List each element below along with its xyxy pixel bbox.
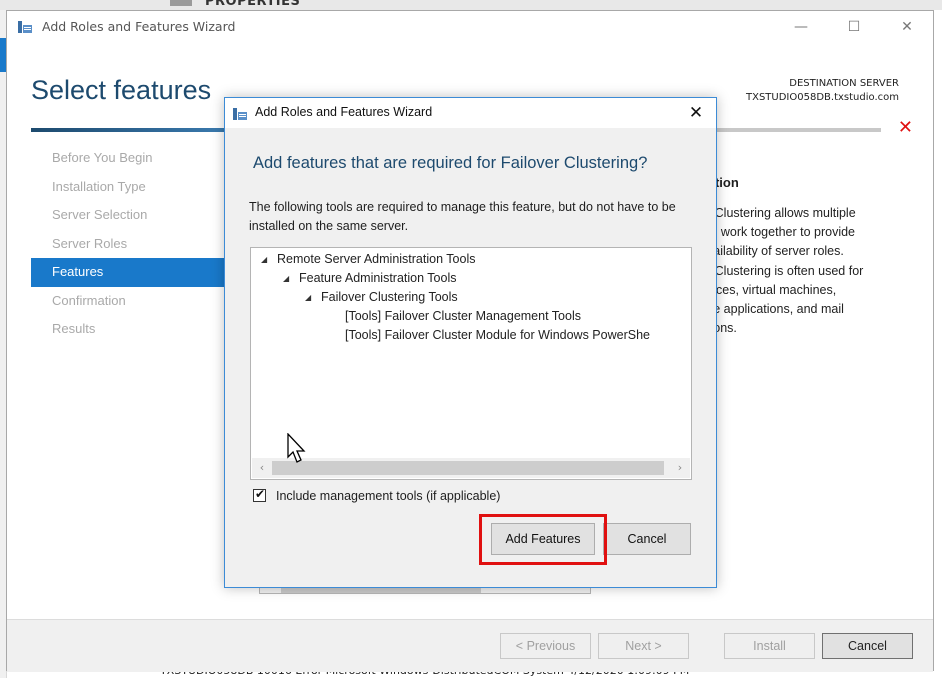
destination-server-name: TXSTUDIO058DB.txstudio.com (746, 92, 899, 103)
tree-item-label: Failover Clustering Tools (321, 290, 458, 304)
step-server-selection[interactable]: Server Selection (31, 201, 227, 230)
scroll-thumb[interactable] (272, 461, 664, 475)
tree-item-label: Remote Server Administration Tools (277, 252, 476, 266)
scroll-right-icon[interactable]: › (672, 458, 688, 478)
expand-triangle-icon[interactable]: ◢ (305, 293, 315, 302)
scroll-left-icon[interactable]: ‹ (254, 458, 270, 478)
step-server-roles[interactable]: Server Roles (31, 230, 227, 259)
previous-button[interactable]: < Previous (500, 633, 591, 659)
step-before-you-begin[interactable]: Before You Begin (31, 144, 227, 173)
tree-item[interactable]: [Tools] Failover Cluster Module for Wind… (345, 328, 650, 342)
description-heading: ption (707, 175, 739, 190)
tree-item-label: [Tools] Failover Cluster Module for Wind… (345, 328, 650, 342)
description-line: vailability of server roles. (707, 244, 844, 259)
background-top-strip (0, 0, 942, 10)
description-line: r Clustering allows multiple (707, 206, 856, 220)
description-line: se applications, and mail (707, 302, 844, 317)
checkmark-icon: ✔ (255, 487, 266, 501)
tree-horizontal-scrollbar[interactable]: ‹ › (252, 458, 690, 478)
include-tools-checkbox[interactable]: ✔ (253, 487, 266, 502)
highlight-box (479, 514, 607, 565)
dialog-close-icon[interactable]: ✕ (684, 101, 708, 125)
next-button[interactable]: Next > (598, 633, 689, 659)
server-manager-icon (17, 19, 33, 35)
description-line: vices, virtual machines, (707, 282, 837, 297)
mouse-cursor-icon (287, 433, 306, 463)
minimize-icon[interactable]: — (781, 15, 821, 39)
install-button[interactable]: Install (724, 633, 815, 659)
destination-server-info: DESTINATION SERVER TXSTUDIO058DB.txstudi… (746, 77, 899, 105)
description-body: r Clustering allows multiple to work tog… (707, 204, 907, 338)
include-tools-option[interactable]: ✔ Include management tools (if applicable… (253, 487, 501, 503)
description-line: tions. (707, 321, 737, 336)
required-features-dialog: Add Roles and Features Wizard ✕ Add feat… (224, 97, 717, 588)
wizard-steps-nav: Before You Begin Installation Type Serve… (31, 144, 227, 344)
tree-item[interactable]: ◢ Feature Administration Tools (283, 271, 457, 285)
properties-icon (170, 0, 192, 6)
description-line: r Clustering is often used for (707, 263, 864, 278)
dialog-title: Add Roles and Features Wizard (255, 105, 433, 119)
wizard-footer: < Previous Next > Install Cancel (7, 619, 933, 672)
step-confirmation[interactable]: Confirmation (31, 287, 227, 316)
close-icon[interactable]: ✕ (887, 15, 927, 39)
wizard-title: Add Roles and Features Wizard (42, 19, 236, 34)
dialog-titlebar[interactable]: Add Roles and Features Wizard ✕ (225, 98, 716, 128)
destination-label: DESTINATION SERVER (789, 78, 899, 89)
include-tools-label: Include management tools (if applicable) (276, 489, 501, 503)
dialog-description: The following tools are required to mana… (249, 200, 676, 233)
step-installation-type[interactable]: Installation Type (31, 173, 227, 202)
tree-item[interactable]: [Tools] Failover Cluster Management Tool… (345, 309, 581, 323)
properties-label: PROPERTIES (205, 0, 301, 9)
wizard-titlebar[interactable]: Add Roles and Features Wizard — ☐ ✕ (7, 11, 933, 43)
dialog-cancel-button[interactable]: Cancel (603, 523, 691, 555)
expand-triangle-icon[interactable]: ◢ (261, 255, 271, 264)
server-manager-icon (232, 106, 248, 122)
dialog-heading: Add features that are required for Failo… (253, 154, 648, 172)
tree-item[interactable]: ◢ Remote Server Administration Tools (261, 252, 475, 266)
cancel-button[interactable]: Cancel (822, 633, 913, 659)
expand-triangle-icon[interactable]: ◢ (283, 274, 293, 283)
tree-item-label: Feature Administration Tools (299, 271, 457, 285)
page-title: Select features (31, 75, 212, 105)
error-x-icon[interactable]: ✕ (898, 117, 913, 138)
maximize-icon[interactable]: ☐ (834, 15, 874, 39)
required-tools-tree[interactable]: ◢ Remote Server Administration Tools ◢ Fea… (250, 247, 692, 480)
step-results[interactable]: Results (31, 315, 227, 344)
tree-item[interactable]: ◢ Failover Clustering Tools (305, 290, 458, 304)
header-divider-accent (31, 128, 231, 132)
step-features[interactable]: Features (31, 258, 227, 287)
description-line: to work together to provide (707, 225, 855, 240)
tree-item-label: [Tools] Failover Cluster Management Tool… (345, 309, 581, 323)
feature-description: ption r Clustering allows multiple to wo… (707, 175, 907, 338)
